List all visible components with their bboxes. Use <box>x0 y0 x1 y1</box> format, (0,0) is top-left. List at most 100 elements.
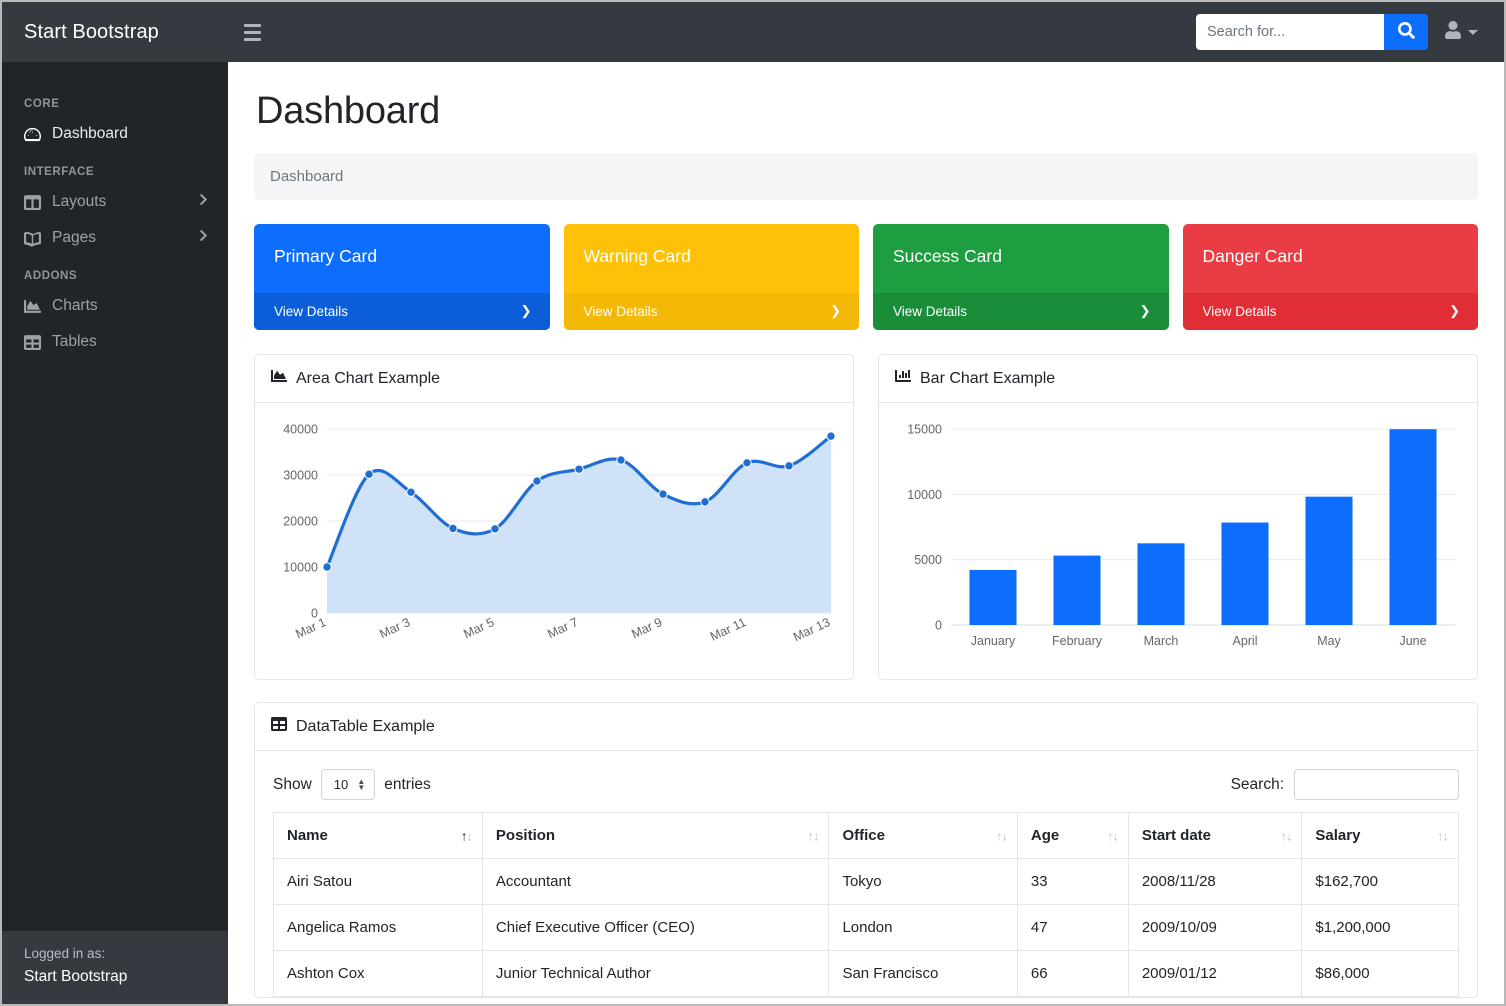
card-header-title: Bar Chart Example <box>920 370 1055 388</box>
book-open-icon <box>24 230 41 247</box>
search-input[interactable] <box>1196 14 1384 50</box>
page-title: Dashboard <box>256 90 1478 133</box>
sort-icon: ↑↓ <box>1437 828 1448 843</box>
sidebar-heading-core: Core <box>2 84 228 116</box>
card-action-label: View Details <box>274 304 348 319</box>
card-action-label: View Details <box>1203 304 1277 319</box>
sort-icon: ↑↓ <box>807 828 818 843</box>
area-chart-card-header: Area Chart Example <box>255 355 853 403</box>
sidebar-item-pages[interactable]: Pages <box>2 220 228 256</box>
datatable-body: Airi SatouAccountantTokyo332008/11/28$16… <box>274 859 1459 997</box>
datatable-length-control: Show 10 ▲▼ entries <box>273 769 431 800</box>
svg-text:20000: 20000 <box>283 515 318 529</box>
sort-icon: ↑↓ <box>1107 828 1118 843</box>
card-view-details-link[interactable]: View Details ❯ <box>254 293 550 330</box>
card-title: Warning Card <box>564 224 860 293</box>
svg-text:May: May <box>1317 634 1341 648</box>
tachometer-icon <box>24 126 41 143</box>
svg-text:Mar 13: Mar 13 <box>791 615 832 644</box>
stat-cards-row: Primary Card View Details ❯ Warning Card… <box>254 224 1478 330</box>
column-header-name[interactable]: Name ↑↓ <box>274 813 483 859</box>
column-header-start-date[interactable]: Start date ↑↓ <box>1128 813 1302 859</box>
navbar-search <box>1196 14 1428 50</box>
bar-chart-card: Bar Chart Example 050001000015000January… <box>878 354 1478 680</box>
sidebar-item-charts[interactable]: Charts <box>2 288 228 324</box>
table-row[interactable]: Ashton CoxJunior Technical AuthorSan Fra… <box>274 951 1459 997</box>
svg-text:5000: 5000 <box>914 553 942 567</box>
card-view-details-link[interactable]: View Details ❯ <box>873 293 1169 330</box>
card-action-label: View Details <box>584 304 658 319</box>
top-navbar: Start Bootstrap <box>2 2 1504 62</box>
sidebar-item-label: Layouts <box>52 193 106 211</box>
column-header-age[interactable]: Age ↑↓ <box>1017 813 1128 859</box>
table-cell: Airi Satou <box>274 859 483 905</box>
area-chart-canvas[interactable]: 010000200003000040000Mar 1Mar 3Mar 5Mar … <box>269 417 839 669</box>
datatable-search-control: Search: <box>1231 769 1459 800</box>
chevron-right-icon: ❯ <box>1449 303 1460 319</box>
card-view-details-link[interactable]: View Details ❯ <box>564 293 860 330</box>
column-header-office[interactable]: Office ↑↓ <box>829 813 1017 859</box>
svg-text:April: April <box>1232 634 1257 648</box>
column-header-salary[interactable]: Salary ↑↓ <box>1302 813 1459 859</box>
sort-icon: ↑↓ <box>1280 828 1291 843</box>
bar-chart-card-header: Bar Chart Example <box>879 355 1477 403</box>
table-cell: 2009/01/12 <box>1128 951 1302 997</box>
sidebar-heading-interface: Interface <box>2 152 228 184</box>
charts-row: Area Chart Example 010000200003000040000… <box>254 354 1478 680</box>
card-title: Primary Card <box>254 224 550 293</box>
search-icon <box>1398 22 1415 42</box>
column-label: Position <box>496 827 555 844</box>
sidebar-toggle-button[interactable] <box>230 15 274 49</box>
chevron-right-icon: ❯ <box>830 303 841 319</box>
breadcrumb: Dashboard <box>254 153 1478 200</box>
svg-text:10000: 10000 <box>907 488 942 502</box>
table-cell: 47 <box>1017 905 1128 951</box>
search-button[interactable] <box>1384 14 1428 50</box>
hamburger-bar <box>244 24 261 27</box>
table-cell: $86,000 <box>1302 951 1459 997</box>
table-row[interactable]: Angelica RamosChief Executive Officer (C… <box>274 905 1459 951</box>
table-cell: London <box>829 905 1017 951</box>
sidebar-item-tables[interactable]: Tables <box>2 324 228 360</box>
svg-text:15000: 15000 <box>907 423 942 437</box>
column-label: Office <box>842 827 885 844</box>
hamburger-bar <box>244 31 261 34</box>
sidebar-item-label: Dashboard <box>52 125 128 143</box>
sidebar-heading-addons: Addons <box>2 256 228 288</box>
bar-chart-canvas[interactable]: 050001000015000JanuaryFebruaryMarchApril… <box>893 417 1463 669</box>
svg-text:Mar 3: Mar 3 <box>377 615 412 641</box>
sidebar-nav: Core Dashboard Interface Layouts <box>2 62 228 931</box>
column-header-position[interactable]: Position ↑↓ <box>482 813 829 859</box>
chevron-right-icon: ❯ <box>521 303 532 319</box>
svg-text:January: January <box>971 634 1016 648</box>
user-icon <box>1444 21 1462 44</box>
page-length-value: 10 <box>334 777 348 792</box>
table-cell: San Francisco <box>829 951 1017 997</box>
datatable-search-input[interactable] <box>1294 769 1459 800</box>
user-menu-button[interactable] <box>1444 21 1478 44</box>
table-icon <box>271 716 287 737</box>
hamburger-bar <box>244 38 261 41</box>
svg-text:Mar 9: Mar 9 <box>629 615 664 641</box>
sidebar-item-dashboard[interactable]: Dashboard <box>2 116 228 152</box>
svg-text:10000: 10000 <box>283 561 318 575</box>
brand-link[interactable]: Start Bootstrap <box>2 21 228 44</box>
card-header-title: Area Chart Example <box>296 370 440 388</box>
app-window: Start Bootstrap Core <box>0 0 1506 1006</box>
column-label: Age <box>1031 827 1059 844</box>
sidebar-item-layouts[interactable]: Layouts <box>2 184 228 220</box>
table-cell: Accountant <box>482 859 829 905</box>
card-view-details-link[interactable]: View Details ❯ <box>1183 293 1479 330</box>
warning-card: Warning Card View Details ❯ <box>564 224 860 330</box>
table-row[interactable]: Airi SatouAccountantTokyo332008/11/28$16… <box>274 859 1459 905</box>
page-length-select[interactable]: 10 ▲▼ <box>321 769 375 800</box>
sidebar-item-label: Charts <box>52 297 98 315</box>
card-header-title: DataTable Example <box>296 718 435 736</box>
search-label: Search: <box>1231 776 1284 794</box>
entries-label: entries <box>384 776 431 794</box>
sort-icon: ↑↓ <box>996 828 1007 843</box>
svg-text:Mar 11: Mar 11 <box>708 615 748 644</box>
danger-card: Danger Card View Details ❯ <box>1183 224 1479 330</box>
table-cell: 33 <box>1017 859 1128 905</box>
show-label: Show <box>273 776 312 794</box>
